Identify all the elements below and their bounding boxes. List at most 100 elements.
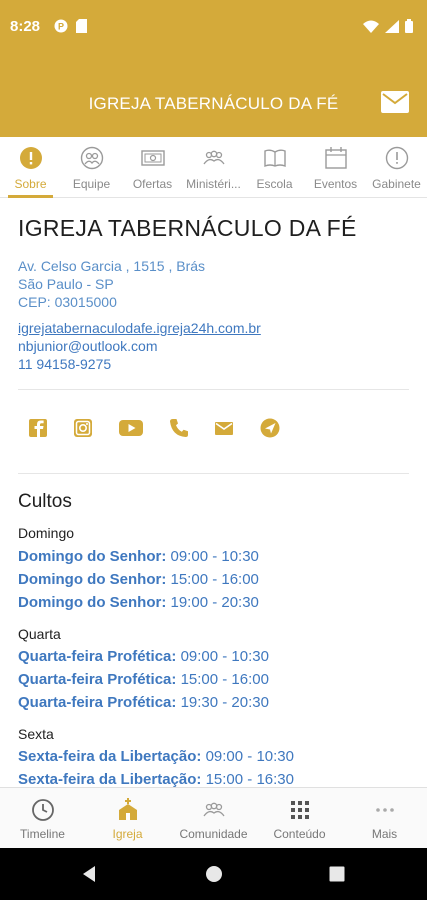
service-time: 15:00 - 16:30 (205, 771, 294, 787)
phone-link[interactable]: 11 94158-9275 (18, 355, 261, 373)
service-name: Sexta-feira da Libertação: (18, 771, 202, 787)
day-label: Domingo (18, 525, 75, 541)
service-item[interactable]: Sexta-feira da Libertação: 09:00 - 10:30 (18, 748, 294, 765)
clock-icon (31, 799, 54, 821)
mail-icon[interactable] (209, 413, 239, 443)
status-bar: 8:28 P (0, 0, 427, 60)
service-name: Quarta-feira Profética: (18, 671, 177, 688)
status-notification-icons: P (54, 19, 87, 33)
mail-icon[interactable] (381, 91, 409, 113)
grid-icon (290, 801, 309, 819)
service-time: 09:00 - 10:30 (170, 548, 259, 565)
more-icon (375, 808, 394, 812)
nav-label: Mais (371, 827, 398, 841)
tab-label: Escola (256, 177, 293, 191)
church-info-content[interactable]: IGREJA TABERNÁCULO DA FÉ Av. Celso Garci… (0, 199, 427, 787)
tab-sobre[interactable]: Sobre (0, 137, 61, 198)
tab-gabinete[interactable]: Gabinete (366, 137, 427, 197)
email-link[interactable]: nbjunior@outlook.com (18, 337, 261, 355)
app-bar: IGREJA TABERNÁCULO DA FÉ (0, 60, 427, 137)
service-name: Quarta-feira Profética: (18, 648, 177, 665)
battery-icon (405, 19, 413, 33)
app-notification-icon: P (54, 19, 68, 33)
back-icon[interactable] (80, 864, 100, 884)
facebook-icon[interactable] (23, 413, 53, 443)
church-icon (118, 798, 137, 820)
svg-text:P: P (58, 22, 64, 32)
status-system-icons (363, 19, 413, 33)
instagram-icon[interactable] (68, 413, 98, 443)
info-outline-icon (385, 146, 408, 170)
tab-label: Sobre (14, 177, 47, 191)
church-contacts: igrejatabernaculodafe.igreja24h.com.br n… (18, 319, 261, 373)
section-tabs: Sobre Equipe Ofertas Ministéri... Escola… (0, 137, 427, 198)
nav-timeline[interactable]: Timeline (0, 788, 85, 849)
service-name: Domingo do Senhor: (18, 548, 167, 565)
tab-label: Ofertas (132, 177, 173, 191)
day-label: Sexta (18, 726, 54, 742)
church-address[interactable]: Av. Celso Garcia , 1515 , Brás São Paulo… (18, 257, 205, 311)
nav-comunidade[interactable]: Comunidade (171, 788, 256, 849)
service-time: 19:00 - 20:30 (170, 594, 259, 611)
service-time: 09:00 - 10:30 (205, 748, 294, 765)
service-time: 09:00 - 10:30 (180, 648, 269, 665)
service-time: 15:00 - 16:00 (180, 671, 269, 688)
service-name: Domingo do Senhor: (18, 594, 167, 611)
team-icon (80, 146, 103, 170)
nav-conteudo[interactable]: Conteúdo (257, 788, 342, 849)
divider (18, 473, 409, 474)
service-item[interactable]: Quarta-feira Profética: 09:00 - 10:30 (18, 648, 269, 665)
group-icon (202, 150, 225, 165)
service-time: 19:30 - 20:30 (180, 694, 269, 711)
tab-label: Ministéri... (186, 177, 241, 191)
service-item[interactable]: Domingo do Senhor: 15:00 - 16:00 (18, 571, 259, 588)
bottom-navigation: Timeline Igreja Comunidade Conteúdo Mais (0, 787, 427, 848)
tab-eventos[interactable]: Eventos (305, 137, 366, 197)
service-item[interactable]: Quarta-feira Profética: 15:00 - 16:00 (18, 671, 269, 688)
website-link[interactable]: igrejatabernaculodafe.igreja24h.com.br (18, 319, 261, 337)
app-title: IGREJA TABERNÁCULO DA FÉ (88, 94, 339, 113)
divider (18, 389, 409, 390)
service-name: Sexta-feira da Libertação: (18, 748, 202, 765)
money-icon (140, 150, 165, 166)
wifi-icon (363, 20, 379, 33)
home-icon[interactable] (204, 864, 224, 884)
phone-icon[interactable] (164, 413, 194, 443)
sd-card-icon (76, 19, 87, 33)
service-item[interactable]: Sexta-feira da Libertação: 15:00 - 16:30 (18, 771, 294, 787)
tab-label: Gabinete (372, 177, 421, 191)
tab-label: Equipe (72, 177, 111, 191)
recents-icon[interactable] (327, 864, 347, 884)
service-item[interactable]: Domingo do Senhor: 09:00 - 10:30 (18, 548, 259, 565)
system-navigation-bar (0, 848, 427, 900)
tab-ministerios[interactable]: Ministéri... (183, 137, 244, 197)
active-tab-indicator (8, 195, 53, 198)
church-name: IGREJA TABERNÁCULO DA FÉ (18, 215, 357, 241)
nav-label: Igreja (112, 827, 143, 841)
community-icon (202, 802, 225, 817)
service-name: Domingo do Senhor: (18, 571, 167, 588)
tab-equipe[interactable]: Equipe (61, 137, 122, 197)
nav-label: Timeline (20, 827, 65, 841)
service-name: Quarta-feira Profética: (18, 694, 177, 711)
nav-label: Comunidade (179, 827, 248, 841)
nav-label: Conteúdo (273, 827, 326, 841)
tab-label: Eventos (313, 177, 358, 191)
tab-ofertas[interactable]: Ofertas (122, 137, 183, 197)
status-time: 8:28 (10, 18, 41, 35)
service-time: 15:00 - 16:00 (170, 571, 259, 588)
service-item[interactable]: Domingo do Senhor: 19:00 - 20:30 (18, 594, 259, 611)
youtube-icon[interactable] (116, 413, 146, 443)
service-item[interactable]: Quarta-feira Profética: 19:30 - 20:30 (18, 694, 269, 711)
location-icon[interactable] (255, 413, 285, 443)
signal-icon (385, 19, 399, 33)
tab-escola[interactable]: Escola (244, 137, 305, 197)
calendar-icon (324, 147, 347, 169)
nav-mais[interactable]: Mais (342, 788, 427, 849)
day-label: Quarta (18, 626, 61, 642)
nav-igreja[interactable]: Igreja (85, 788, 170, 849)
cultos-title: Cultos (18, 491, 72, 512)
address-line: São Paulo - SP (18, 276, 114, 292)
address-line: Av. Celso Garcia , 1515 , Brás (18, 258, 206, 274)
address-line: CEP: 03015000 (18, 294, 117, 310)
